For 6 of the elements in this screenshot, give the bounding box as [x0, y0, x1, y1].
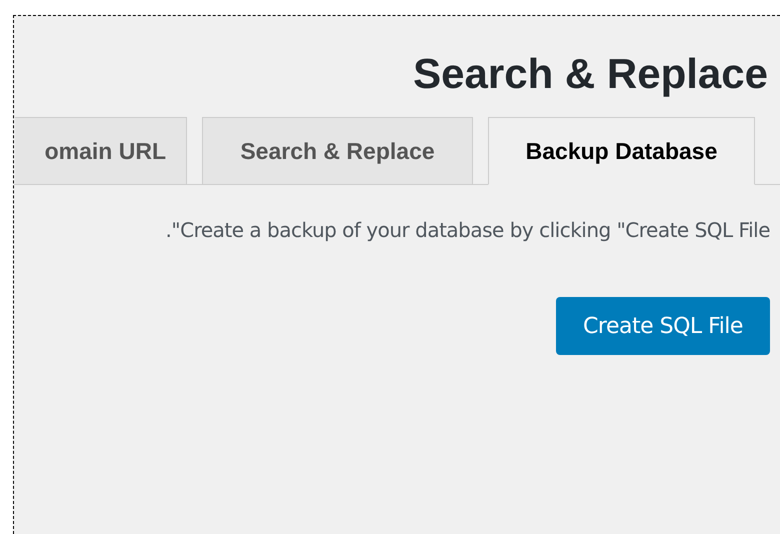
create-sql-file-button[interactable]: Create SQL File — [556, 297, 770, 355]
tab[interactable]: Search & Replace — [202, 117, 473, 185]
tab[interactable]: omain URL — [15, 117, 187, 185]
description-text: ."Create a backup of your database by clicking "Create SQL File — [166, 217, 770, 244]
tab[interactable]: Backup Database — [488, 117, 755, 185]
page-heading: Search & Replace — [413, 49, 768, 99]
